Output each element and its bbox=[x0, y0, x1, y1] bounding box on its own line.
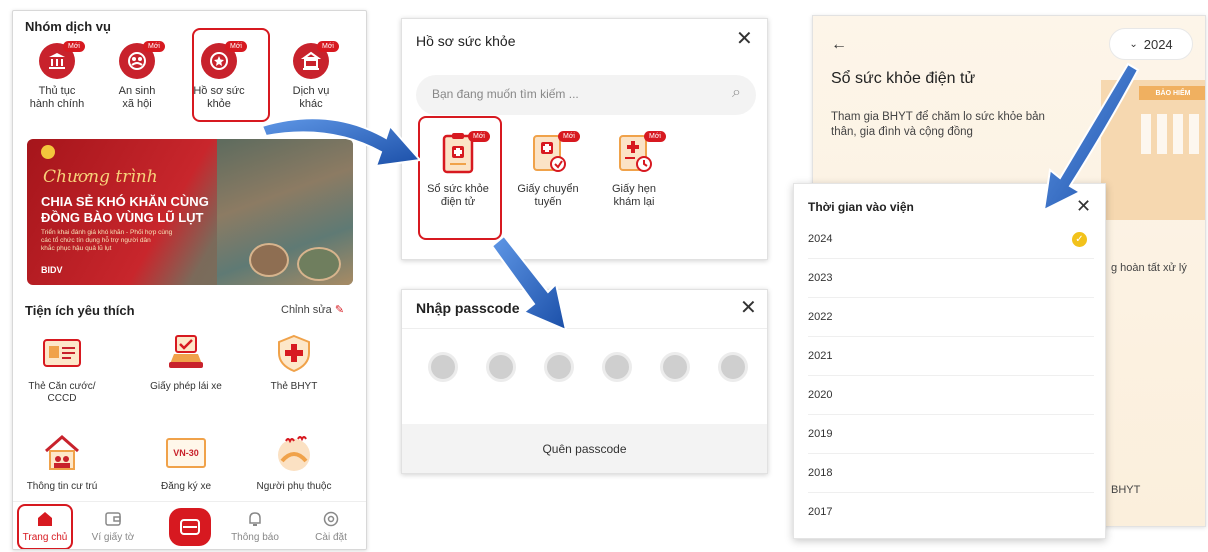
flow-arrow bbox=[260, 117, 422, 168]
flow-arrow bbox=[1042, 62, 1140, 212]
flow-arrow bbox=[490, 234, 568, 332]
flow-arrows-overlay bbox=[260, 62, 1140, 332]
